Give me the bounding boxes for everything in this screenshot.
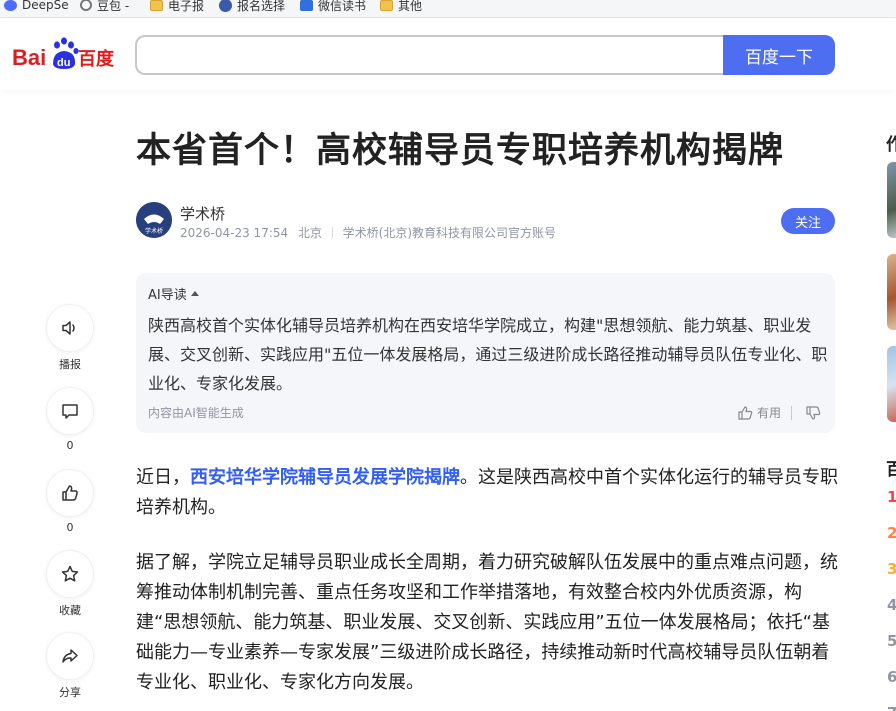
- speaker-icon: [62, 321, 75, 335]
- broadcast-button[interactable]: [46, 304, 94, 352]
- publish-location: 北京: [297, 226, 322, 240]
- feedback-divider: [791, 405, 793, 420]
- share-label: 分享: [59, 686, 81, 699]
- favorite-label: 收藏: [59, 604, 81, 617]
- bookmark-deepseek[interactable]: DeepSe: [4, 0, 69, 14]
- related-thumbnail[interactable]: [887, 346, 896, 422]
- comment-button[interactable]: [46, 387, 94, 435]
- follow-button[interactable]: 关注: [781, 208, 835, 234]
- thumbs-up-icon: [62, 485, 78, 501]
- publish-time: 2026-04-23 17:54: [180, 226, 289, 240]
- bookmark-label: 电子报: [168, 0, 205, 13]
- like-button[interactable]: [46, 469, 94, 517]
- share-button[interactable]: [46, 632, 94, 680]
- bookmark-other[interactable]: 其他: [380, 0, 422, 14]
- hot-rank-number[interactable]: 3: [887, 560, 896, 578]
- right-sidebar-heading: 作: [886, 135, 896, 155]
- article-paragraph: 近日，西安培华学院辅导员发展学院揭牌。这是陕西高校中首个实体化运行的辅导员专职培…: [136, 463, 840, 523]
- ai-summary-box: AI导读 陕西高校首个实体化辅导员培养机构在西安培华学院成立，构建"思想领航、能…: [136, 273, 835, 433]
- thumbs-up-icon[interactable]: [738, 405, 753, 420]
- bookmark-label: DeepSe: [22, 0, 69, 12]
- account-description: 学术桥(北京)教育科技有限公司官方账号: [342, 226, 557, 240]
- star-icon: [61, 565, 79, 582]
- article-title: 本省首个！高校辅导员专职培养机构揭牌: [136, 131, 785, 171]
- search-button[interactable]: 百度一下: [723, 35, 835, 75]
- ai-summary-title: AI导读: [148, 288, 187, 303]
- ai-generated-note: 内容由AI智能生成: [148, 406, 244, 420]
- search-input[interactable]: [137, 37, 725, 73]
- favorite-button[interactable]: [46, 550, 94, 598]
- svg-text:Bai: Bai: [12, 45, 46, 70]
- author-name[interactable]: 学术桥: [180, 203, 225, 224]
- thumbs-down-icon[interactable]: [806, 405, 821, 420]
- hot-rank-number[interactable]: 4: [887, 596, 896, 614]
- bookmark-label: 报名选择: [237, 0, 286, 13]
- meta-divider: [331, 227, 333, 238]
- bookmark-dianzibao[interactable]: 电子报: [150, 0, 204, 14]
- ai-summary-toggle[interactable]: AI导读: [148, 284, 199, 303]
- article-paragraph: 据了解，学院立足辅导员职业成长全周期，着力研究破解队伍发展中的重点难点问题，统筹…: [136, 552, 838, 693]
- author-avatar[interactable]: 学术桥: [136, 202, 172, 238]
- bookmark-label: 微信读书: [318, 0, 367, 13]
- useful-label[interactable]: 有用: [757, 404, 781, 421]
- ai-summary-text: 陕西高校首个实体化辅导员培养机构在西安培华学院成立，构建"思想领航、能力筑基、职…: [148, 316, 828, 393]
- hot-rank-number[interactable]: 6: [887, 668, 896, 686]
- ai-feedback: 有用: [738, 404, 821, 421]
- svg-text:百度: 百度: [78, 48, 115, 70]
- related-thumbnail[interactable]: [887, 254, 896, 330]
- hot-rank-number[interactable]: 5: [887, 632, 896, 650]
- baidu-logo[interactable]: Bai du 百度: [12, 36, 118, 72]
- baidu-paw-icon: du: [53, 37, 79, 69]
- bookmark-baoming[interactable]: 报名选择: [219, 0, 285, 14]
- paragraph-text: 近日，: [136, 467, 190, 488]
- avatar-icon: 学术桥: [136, 202, 172, 238]
- hot-rank-number[interactable]: 2: [887, 524, 896, 542]
- bookmark-label: 豆包 -: [97, 0, 130, 13]
- broadcast-label: 播报: [59, 358, 81, 371]
- site-header: Bai du 百度 百度一下: [0, 18, 896, 90]
- share-icon: [62, 649, 78, 663]
- comment-count: 0: [66, 439, 74, 452]
- doubao-icon: [80, 0, 92, 11]
- search-box: [135, 35, 725, 75]
- bookmark-weixin-dushu[interactable]: 微信读书: [300, 0, 366, 14]
- hot-list-heading: 百: [886, 460, 896, 480]
- related-thumbnail[interactable]: [887, 162, 896, 238]
- hot-rank-number[interactable]: 1: [887, 488, 896, 506]
- like-count: 0: [66, 521, 74, 534]
- deepseek-icon: [4, 0, 17, 11]
- bookmarks-bar: DeepSe 豆包 - 电子报 报名选择 微信读书 其他: [0, 0, 896, 18]
- svg-text:du: du: [57, 57, 70, 69]
- article-meta: 2026-04-23 17:54 北京 学术桥(北京)教育科技有限公司官方账号: [180, 224, 556, 241]
- wechat-read-icon: [300, 0, 313, 11]
- seal-icon: [219, 0, 232, 12]
- hot-rank-number[interactable]: 7: [887, 704, 896, 711]
- entity-link[interactable]: 西安培华学院辅导员发展学院揭牌: [190, 467, 460, 488]
- svg-text:学术桥: 学术桥: [145, 227, 163, 235]
- caret-up-icon: [190, 291, 199, 296]
- bookmark-label: 其他: [398, 0, 423, 13]
- folder-icon: [150, 0, 163, 11]
- comment-icon: [62, 404, 78, 419]
- bookmark-doubao[interactable]: 豆包 -: [80, 0, 129, 14]
- folder-icon: [380, 0, 393, 11]
